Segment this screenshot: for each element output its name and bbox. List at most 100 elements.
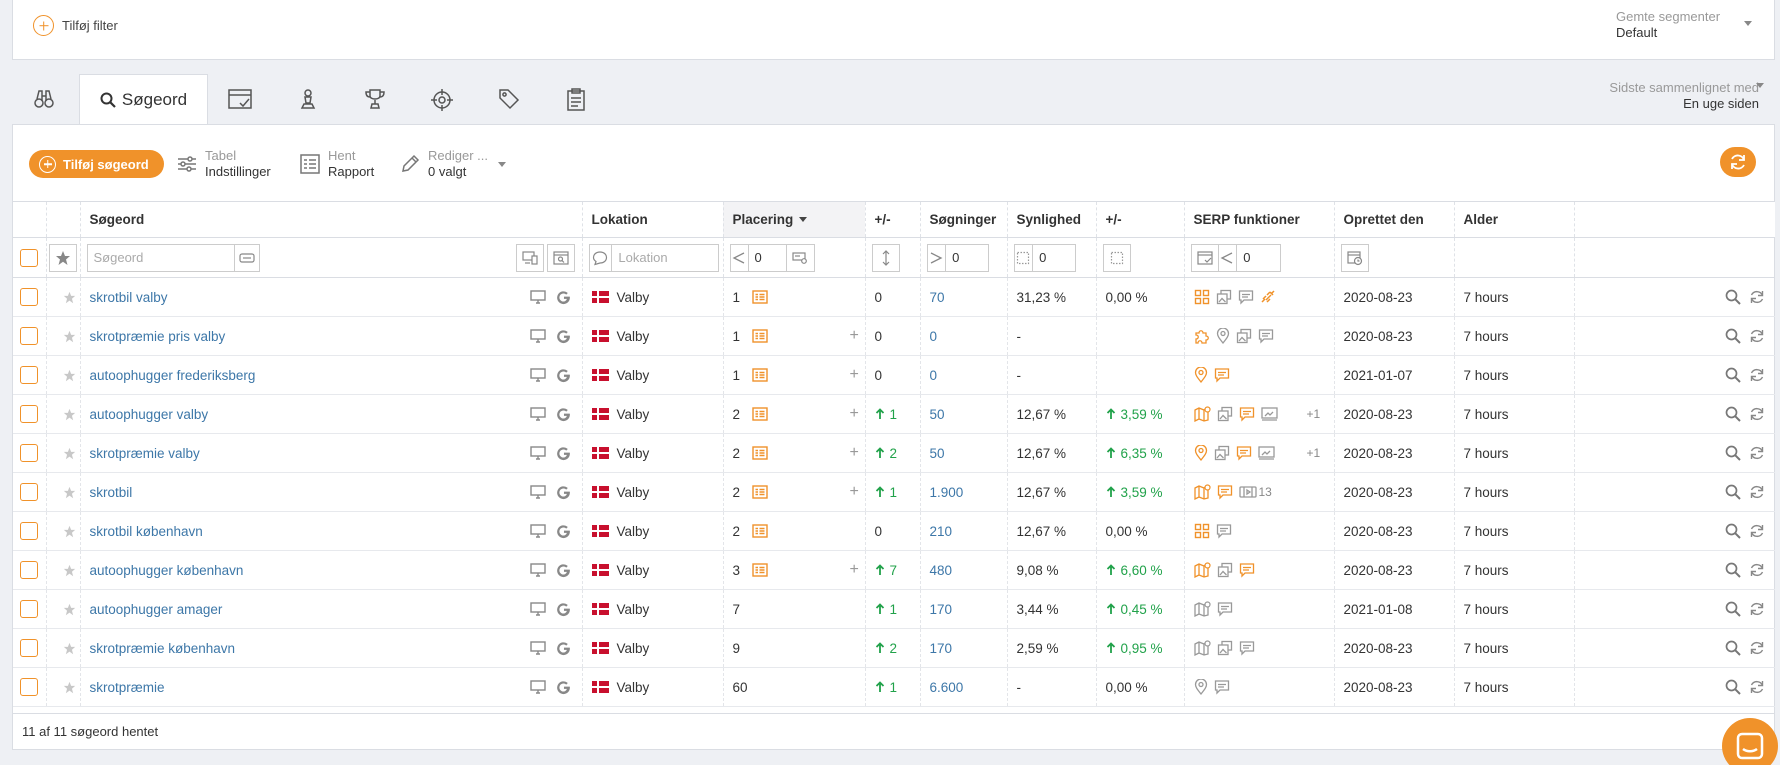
refresh-icon[interactable] (1749, 445, 1765, 461)
search-icon[interactable] (1725, 445, 1741, 461)
refresh-button[interactable] (1720, 147, 1756, 177)
visibility-operator[interactable] (1015, 244, 1034, 271)
col-visibility[interactable]: Synlighed (1007, 201, 1097, 238)
visibility-change-filter[interactable] (1102, 243, 1131, 272)
tab-competitors[interactable] (299, 88, 317, 110)
add-note-button[interactable]: + (850, 327, 859, 345)
row-checkbox[interactable] (20, 522, 38, 540)
serp-features[interactable] (1194, 328, 1334, 344)
tab-ranking[interactable] (364, 88, 386, 110)
col-visibility-change[interactable]: +/- (1096, 201, 1185, 238)
serp-features[interactable] (1193, 601, 1334, 617)
position-operator[interactable] (731, 244, 749, 271)
col-location[interactable]: Lokation (582, 201, 724, 238)
serp-filter-input[interactable] (1237, 244, 1280, 271)
keyword-link[interactable]: skrotpræmie københavn (90, 641, 236, 656)
refresh-icon[interactable] (1749, 679, 1765, 695)
searches-value[interactable]: 170 (930, 641, 953, 656)
searches-value[interactable]: 170 (930, 602, 953, 617)
search-icon[interactable] (1725, 679, 1741, 695)
keyword-filter-mode[interactable] (233, 244, 259, 271)
col-position-change[interactable]: +/- (865, 201, 921, 238)
serp-features[interactable]: 13 (1193, 484, 1334, 500)
position-change-filter[interactable] (871, 243, 900, 272)
keyword-link[interactable]: skrotbil valby (90, 290, 168, 305)
row-checkbox[interactable] (20, 288, 38, 306)
serp-operator[interactable] (1219, 244, 1238, 271)
col-age[interactable]: Alder (1454, 201, 1575, 238)
serp-features[interactable] (1194, 679, 1334, 695)
searches-value[interactable]: 0 (930, 329, 938, 344)
searches-value[interactable]: 210 (930, 524, 953, 539)
serp-more[interactable]: +1 (1307, 407, 1321, 421)
add-filter-button[interactable]: Tilføj filter (33, 15, 118, 36)
position-filter-input[interactable] (748, 244, 786, 271)
searches-value[interactable]: 50 (930, 407, 945, 422)
searches-value[interactable]: 70 (930, 290, 945, 305)
refresh-icon[interactable] (1749, 640, 1765, 656)
searches-value[interactable]: 1.900 (930, 485, 964, 500)
add-note-button[interactable]: + (850, 483, 859, 501)
search-icon[interactable] (1725, 523, 1741, 539)
search-icon[interactable] (1725, 328, 1741, 344)
row-star-icon[interactable] (63, 291, 80, 304)
position-snippet-filter[interactable] (786, 243, 815, 272)
add-note-button[interactable]: + (850, 444, 859, 462)
chat-launcher-button[interactable] (1722, 718, 1778, 765)
searches-filter-input[interactable] (946, 244, 988, 271)
keyword-link[interactable]: autoophugger amager (90, 602, 223, 617)
add-keyword-button[interactable]: Tilføj søgeord (29, 150, 164, 178)
row-star-icon[interactable] (63, 369, 80, 382)
tab-target[interactable] (430, 88, 454, 112)
keyword-link[interactable]: skrotbil københavn (90, 524, 203, 539)
row-star-icon[interactable] (63, 330, 80, 343)
row-star-icon[interactable] (63, 447, 80, 460)
row-star-icon[interactable] (63, 564, 80, 577)
searches-operator[interactable] (928, 244, 947, 271)
serp-features[interactable] (1194, 523, 1334, 539)
row-star-icon[interactable] (63, 408, 80, 421)
refresh-icon[interactable] (1749, 289, 1765, 305)
row-star-icon[interactable] (63, 525, 80, 538)
row-checkbox[interactable] (20, 366, 38, 384)
serp-features[interactable] (1193, 562, 1334, 578)
keyword-filter-input[interactable] (87, 244, 234, 271)
col-position[interactable]: Placering (723, 201, 866, 238)
refresh-icon[interactable] (1749, 562, 1765, 578)
select-all-checkbox[interactable] (20, 248, 38, 267)
searches-value[interactable]: 480 (930, 563, 953, 578)
col-keyword[interactable]: Søgeord (80, 201, 583, 238)
refresh-icon[interactable] (1749, 367, 1765, 383)
keyword-link[interactable]: skrotpræmie pris valby (90, 329, 226, 344)
refresh-icon[interactable] (1749, 484, 1765, 500)
serp-features[interactable] (1194, 289, 1334, 305)
serp-features[interactable]: +1 (1194, 445, 1334, 461)
serp-more[interactable]: +1 (1307, 446, 1321, 460)
refresh-icon[interactable] (1749, 328, 1765, 344)
fetch-report-button[interactable]: Hent Rapport (300, 148, 374, 180)
search-icon[interactable] (1725, 640, 1741, 656)
row-checkbox[interactable] (20, 561, 38, 579)
tab-tags[interactable] (498, 88, 520, 110)
search-icon[interactable] (1725, 601, 1741, 617)
col-created[interactable]: Oprettet den (1334, 201, 1455, 238)
search-icon[interactable] (1725, 406, 1741, 422)
searches-value[interactable]: 50 (930, 446, 945, 461)
row-checkbox[interactable] (20, 639, 38, 657)
keyword-link[interactable]: autoophugger valby (90, 407, 209, 422)
tab-keywords[interactable]: Søgeord (79, 74, 208, 125)
keyword-link[interactable]: skrotbil (90, 485, 133, 500)
location-filter-mode[interactable] (590, 244, 613, 271)
row-checkbox[interactable] (20, 327, 38, 345)
table-settings-button[interactable]: Tabel Indstillinger (177, 148, 271, 180)
keyword-link[interactable]: skrotpræmie (90, 680, 165, 695)
searches-value[interactable]: 0 (930, 368, 938, 383)
row-checkbox[interactable] (20, 405, 38, 423)
tab-binoculars[interactable] (33, 88, 55, 110)
row-star-icon[interactable] (63, 642, 80, 655)
refresh-icon[interactable] (1749, 406, 1765, 422)
search-icon[interactable] (1725, 289, 1741, 305)
engine-filter-button[interactable] (546, 243, 575, 272)
serp-type-filter[interactable] (1190, 243, 1219, 272)
starred-filter-button[interactable] (48, 243, 77, 272)
